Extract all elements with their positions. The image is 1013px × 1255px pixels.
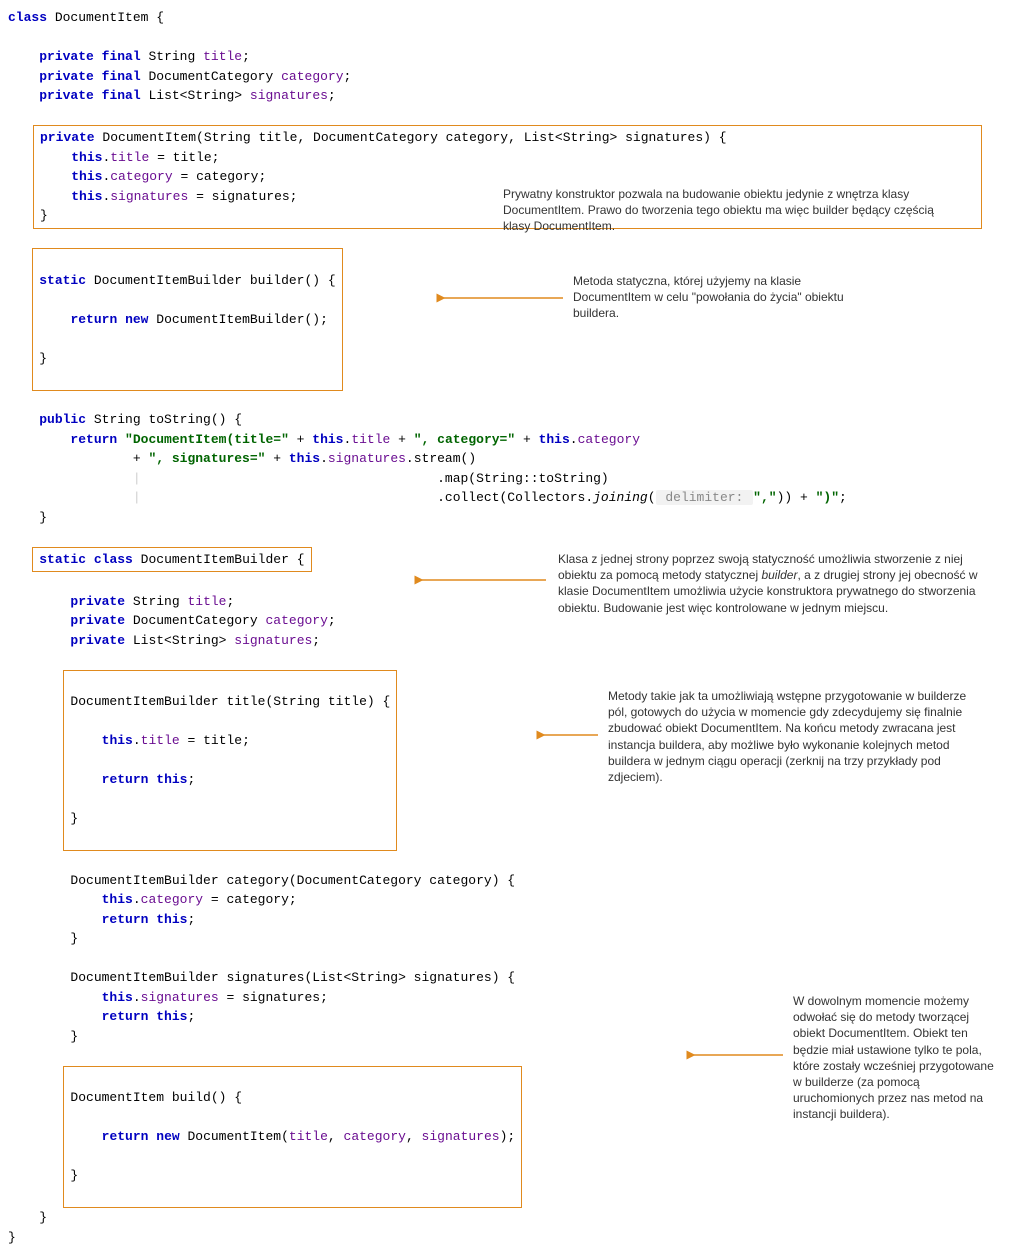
builder-close: }: [39, 349, 335, 369]
m-build-sig: DocumentItem build() {: [70, 1088, 515, 1108]
blank-line: [8, 527, 1005, 547]
ctor-sig: private DocumentItem(String title, Docum…: [40, 128, 975, 148]
tostring-l3: | .map(String::toString): [8, 469, 1005, 489]
m-title-body1: this.title = title;: [70, 731, 390, 751]
builder-class-close: }: [8, 1208, 1005, 1228]
blank-line: [8, 391, 1005, 411]
blank-line: [8, 28, 1005, 48]
m-title-close: }: [70, 809, 390, 829]
m-cat-close: }: [8, 929, 1005, 949]
blank-line: [8, 949, 1005, 969]
tostring-close: }: [8, 508, 1005, 528]
m-title-sig: DocumentItemBuilder title(String title) …: [70, 692, 390, 712]
builder-sig: static DocumentItemBuilder builder() {: [39, 271, 335, 291]
m-build-close: }: [70, 1166, 515, 1186]
annotation-constructor: Prywatny konstruktor pozwala na budowani…: [503, 186, 963, 235]
box-method-build: DocumentItem build() { return new Docume…: [63, 1066, 522, 1209]
m-sig-sig: DocumentItemBuilder signatures(List<Stri…: [8, 968, 1005, 988]
m-build-body: return new DocumentItem(title, category,…: [70, 1127, 515, 1147]
line-class-decl: class DocumentItem {: [8, 8, 1005, 28]
tostring-l2: + ", signatures=" + this.signatures.stre…: [8, 449, 1005, 469]
builder-return: return new DocumentItemBuilder();: [39, 310, 335, 330]
bfield-signatures: private List<String> signatures;: [8, 631, 1005, 651]
blank-line: [8, 106, 1005, 126]
parameter-hint: delimiter:: [656, 490, 754, 505]
box-builder-method: static DocumentItemBuilder builder() { r…: [32, 248, 342, 391]
m-title-body2: return this;: [70, 770, 390, 790]
ctor-l2: this.category = category;: [40, 167, 975, 187]
m-cat-body1: this.category = category;: [8, 890, 1005, 910]
box-method-title: DocumentItemBuilder title(String title) …: [63, 670, 397, 852]
blank-line: [8, 650, 1005, 670]
box-builder-class: static class DocumentItemBuilder {: [32, 547, 311, 573]
m-cat-sig: DocumentItemBuilder category(DocumentCat…: [8, 871, 1005, 891]
field-signatures: private final List<String> signatures;: [8, 86, 1005, 106]
field-title: private final String title;: [8, 47, 1005, 67]
blank-line: [8, 851, 1005, 871]
code-page: class DocumentItem { private final Strin…: [8, 8, 1005, 1247]
kw-class: class: [8, 10, 47, 25]
annotation-builder-method: Metoda statyczna, której użyjemy na klas…: [573, 273, 873, 322]
ctor-l1: this.title = title;: [40, 148, 975, 168]
m-cat-body2: return this;: [8, 910, 1005, 930]
tostring-l1: return "DocumentItem(title=" + this.titl…: [8, 430, 1005, 450]
tostring-l4: | .collect(Collectors.joining( delimiter…: [8, 488, 1005, 508]
field-category: private final DocumentCategory category;: [8, 67, 1005, 87]
class-name: DocumentItem: [55, 10, 149, 25]
annotation-title-method: Metody takie jak ta umożliwiają wstępne …: [608, 688, 988, 785]
class-close: }: [8, 1228, 1005, 1248]
annotation-builder-class: Klasa z jednej strony poprzez swoją stat…: [558, 551, 978, 616]
tostring-sig: public String toString() {: [8, 410, 1005, 430]
annotation-build-method: W dowolnym momencie możemy odwołać się d…: [793, 993, 1003, 1123]
